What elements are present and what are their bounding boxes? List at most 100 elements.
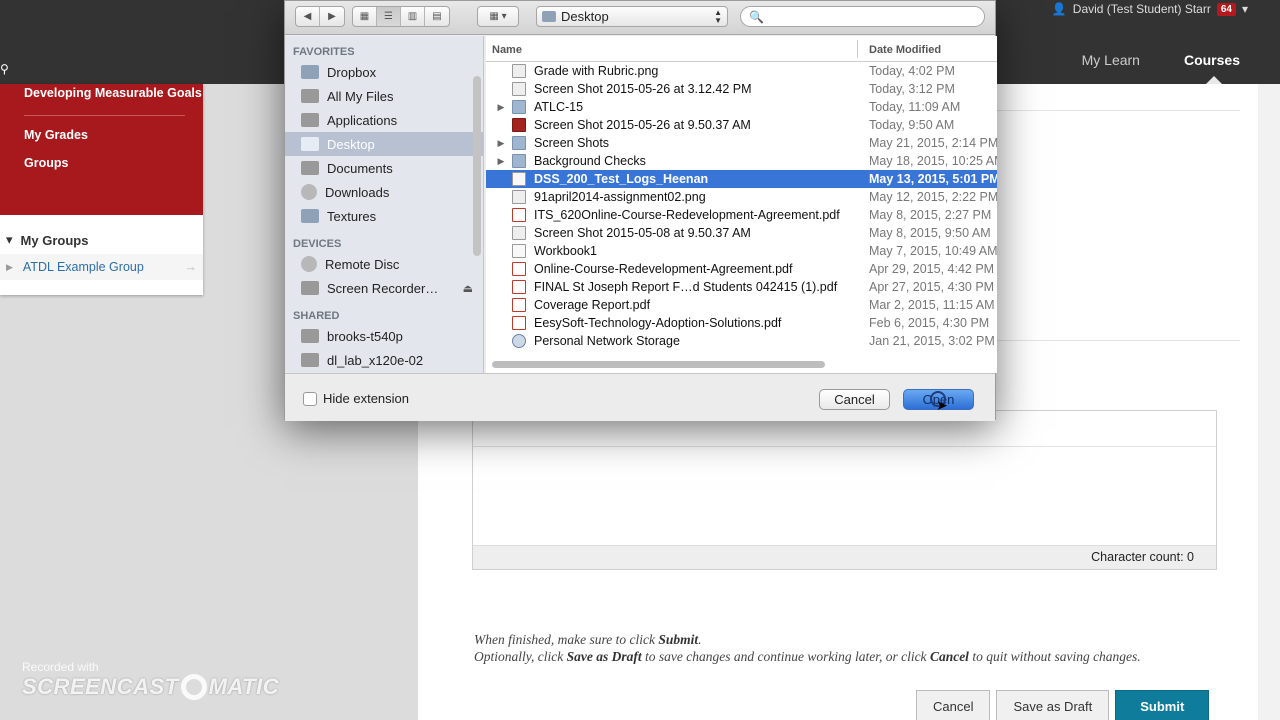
location-label: Desktop — [561, 9, 609, 24]
file-name: DSS_200_Test_Logs_Heenan — [534, 172, 709, 186]
column-name[interactable]: Name — [492, 44, 522, 56]
sidebar-item-documents[interactable]: Documents — [285, 156, 483, 180]
file-date: Jan 21, 2015, 3:02 PM — [869, 334, 995, 348]
nav-courses[interactable]: Courses — [1184, 52, 1240, 68]
file-row[interactable]: Workbook1 May 7, 2015, 10:49 AM — [486, 242, 997, 260]
sidebar-item-dropbox[interactable]: Dropbox — [285, 60, 483, 84]
file-row[interactable]: Screen Shot 2015-05-08 at 9.50.37 AM May … — [486, 224, 997, 242]
sidebar-item-screen-recorder[interactable]: Screen Recorder… ⏏ — [285, 276, 483, 300]
menu-divider — [24, 115, 185, 116]
folder-icon — [542, 11, 556, 22]
my-groups-label: My Groups — [20, 232, 89, 248]
file-date: Apr 27, 2015, 4:30 PM — [869, 280, 995, 294]
sidebar-scrollbar[interactable] — [473, 76, 481, 256]
file-date: Mar 2, 2015, 11:15 AM — [869, 298, 995, 312]
sidebar-item-label: Applications — [327, 112, 398, 128]
file-row[interactable]: ▶ ATLC-15 Today, 11:09 AM — [486, 98, 997, 116]
file-row[interactable]: Online-Course-Redevelopment-Agreement.pd… — [486, 260, 997, 278]
icon-view-icon[interactable]: ▦ — [353, 7, 377, 26]
list-view-icon[interactable]: ☰ — [377, 7, 401, 26]
column-separator[interactable] — [857, 40, 858, 58]
menu-item-groups[interactable]: Groups — [24, 156, 203, 170]
nav-my-learn[interactable]: My Learn — [1082, 52, 1140, 68]
column-date-modified[interactable]: Date Modified — [869, 44, 941, 56]
file-row[interactable]: Personal Network Storage Jan 21, 2015, 3:… — [486, 332, 997, 350]
arrange-group: ▦ ▾ — [477, 6, 519, 27]
sidebar-item-remote-disc[interactable]: Remote Disc — [285, 252, 483, 276]
top-nav: My Learn Courses — [1082, 52, 1240, 68]
sidebar-item-downloads[interactable]: Downloads — [285, 180, 483, 204]
file-date: Feb 6, 2015, 4:30 PM — [869, 316, 990, 330]
file-row[interactable]: ITS_620Online-Course-Redevelopment-Agree… — [486, 206, 997, 224]
notification-badge[interactable]: 64 — [1216, 2, 1236, 16]
location-select[interactable]: Desktop ▲ ▼ — [536, 6, 728, 27]
menu-item-goals[interactable]: Developing Measurable Goals — [24, 84, 203, 101]
arrow-right-icon[interactable]: → — [185, 260, 198, 274]
search-input[interactable]: 🔍 — [740, 6, 985, 27]
file-row[interactable]: Grade with Rubric.png Today, 4:02 PM — [486, 62, 997, 80]
submission-instructions: When finished, make sure to click Submit… — [474, 631, 1141, 665]
disclosure-triangle-icon[interactable]: ▶ — [494, 102, 508, 113]
file-name: Screen Shot 2015-05-08 at 9.50.37 AM — [534, 226, 751, 240]
file-row[interactable]: EesySoft-Technology-Adoption-Solutions.p… — [486, 314, 997, 332]
file-list: Name Date Modified Grade with Rubric.png… — [486, 36, 997, 373]
file-name: Background Checks — [534, 154, 646, 168]
sidebar-item-applications[interactable]: Applications — [285, 108, 483, 132]
cancel-button[interactable]: Cancel — [916, 690, 991, 720]
computer-icon — [301, 353, 319, 367]
file-rows: Grade with Rubric.png Today, 4:02 PM Scree… — [486, 62, 997, 350]
user-name: David (Test Student) Starr — [1072, 2, 1211, 16]
group-item-label[interactable]: ATDL Example Group — [23, 260, 144, 274]
hide-extension-option[interactable]: Hide extension — [303, 391, 409, 406]
file-row[interactable]: ▶ Background Checks May 18, 2015, 10:25 AM — [486, 152, 997, 170]
applications-icon — [301, 113, 319, 127]
file-row[interactable]: DSS_200_Test_Logs_Heenan May 13, 2015, 5:… — [486, 170, 997, 188]
back-icon[interactable]: ◀ — [296, 7, 320, 26]
downloads-icon — [301, 184, 317, 200]
submit-button[interactable]: Submit — [1115, 690, 1210, 720]
sidebar-item-brooks[interactable]: brooks-t540p — [285, 324, 483, 348]
text-editor[interactable]: Character count: 0 — [472, 410, 1217, 570]
menu-item-my-grades[interactable]: My Grades — [24, 128, 203, 142]
my-groups-header[interactable]: ▾ My Groups — [0, 227, 203, 253]
file-icon — [512, 190, 526, 204]
forward-icon[interactable]: ▶ — [320, 7, 344, 26]
file-row[interactable]: Screen Shot 2015-05-26 at 9.50.37 AM Toda… — [486, 116, 997, 134]
sidebar-item-textures[interactable]: Textures — [285, 204, 483, 228]
coverflow-view-icon[interactable]: ▤ — [425, 7, 449, 26]
file-date: Apr 29, 2015, 4:42 PM — [869, 262, 995, 276]
sidebar-item-dl-lab[interactable]: dl_lab_x120e-02 — [285, 348, 483, 372]
arrange-icon[interactable]: ▦ ▾ — [478, 7, 518, 26]
caret-down-icon[interactable]: ▾ — [1242, 2, 1248, 16]
sidebar-item-label: Screen Recorder… — [327, 280, 439, 296]
eject-icon[interactable]: ⏏ — [463, 282, 473, 295]
group-item[interactable]: ▶ ATDL Example Group → — [0, 254, 203, 280]
sidebar-item-label: Textures — [327, 208, 377, 224]
open-file-dialog: ◀ ▶ ▦ ☰ ▥ ▤ ▦ ▾ Desktop ▲ ▼ 🔍 FAVORITES D… — [284, 0, 997, 421]
horizontal-scrollbar[interactable] — [492, 361, 825, 368]
column-view-icon[interactable]: ▥ — [401, 7, 425, 26]
folder-icon — [512, 154, 526, 168]
file-row[interactable]: FINAL St Joseph Report F…d Students 0424… — [486, 278, 997, 296]
dialog-cancel-button[interactable]: Cancel — [819, 389, 890, 410]
sidebar-item-label: Downloads — [325, 184, 390, 200]
file-row[interactable]: 91april2014-assignment02.png May 12, 2015… — [486, 188, 997, 206]
user-menu[interactable]: 👤 David (Test Student) Starr 64 ▾ — [1052, 0, 1248, 18]
page-scrollbar[interactable] — [1258, 84, 1280, 720]
file-name: Personal Network Storage — [534, 334, 680, 348]
file-row[interactable]: ▶ Screen Shots May 21, 2015, 2:14 PM — [486, 134, 997, 152]
file-row[interactable]: Screen Shot 2015-05-26 at 3.12.42 PM Toda… — [486, 80, 997, 98]
hide-extension-checkbox[interactable] — [303, 391, 317, 406]
sidebar-item-desktop[interactable]: Desktop — [285, 132, 483, 156]
sidebar-item-all-my-files[interactable]: All My Files — [285, 84, 483, 108]
disclosure-triangle-icon[interactable]: ▶ — [494, 138, 508, 149]
file-name: ATLC-15 — [534, 100, 584, 114]
expand-triangle-icon[interactable]: ▶ — [6, 262, 13, 273]
disclosure-triangle-icon[interactable]: ▶ — [494, 156, 508, 167]
file-icon — [512, 64, 526, 78]
file-row[interactable]: Coverage Report.pdf Mar 2, 2015, 11:15 AM — [486, 296, 997, 314]
save-draft-button[interactable]: Save as Draft — [996, 690, 1110, 720]
mouse-cursor-icon: ➤ — [936, 397, 948, 413]
folder-icon — [512, 100, 526, 114]
computer-icon — [301, 329, 319, 343]
